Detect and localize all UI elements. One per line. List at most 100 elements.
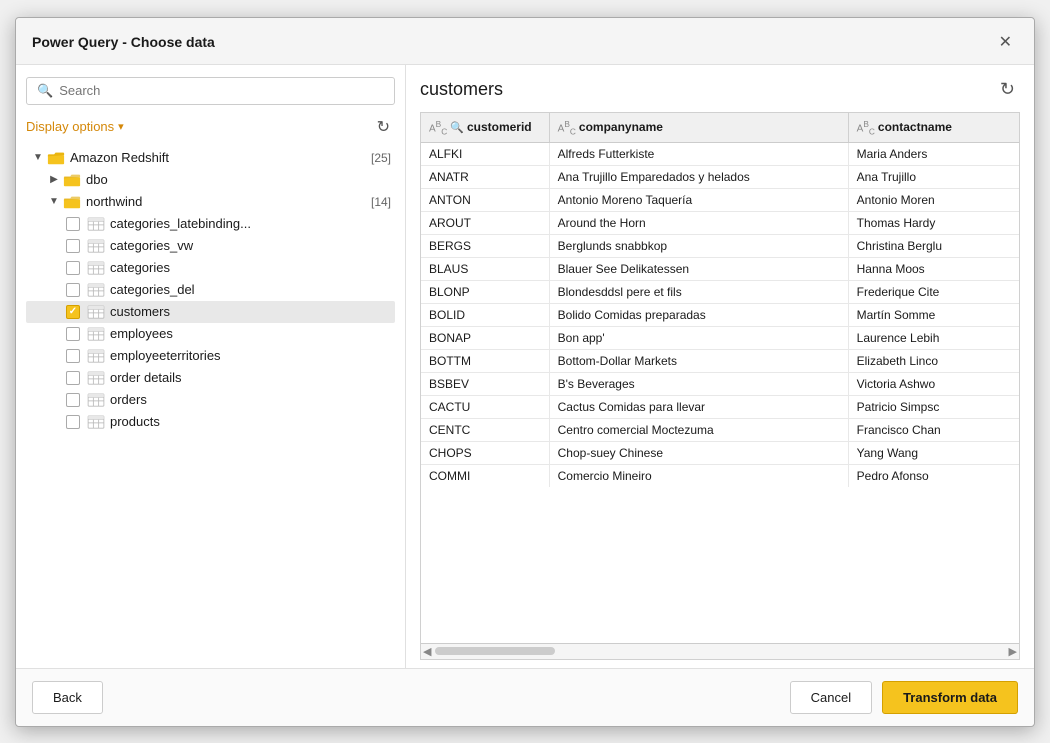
tree-item-order_details[interactable]: order details bbox=[26, 367, 395, 389]
folder-icon-northwind bbox=[62, 194, 82, 210]
table-row: ANTONAntonio Moreno TaqueríaAntonio More… bbox=[421, 188, 1019, 211]
cell-contactname: Hanna Moos bbox=[848, 257, 1019, 280]
dbo-label: dbo bbox=[86, 172, 391, 187]
table-icon bbox=[86, 348, 106, 364]
left-panel: 🔍 Display options ▾ ↻ ▼ bbox=[16, 65, 406, 668]
search-input[interactable] bbox=[59, 83, 384, 98]
tree-item-products[interactable]: products bbox=[26, 411, 395, 433]
folder-icon-dbo bbox=[62, 172, 82, 188]
tree-item-categories[interactable]: categories bbox=[26, 257, 395, 279]
cell-customerid: BLAUS bbox=[421, 257, 549, 280]
close-button[interactable]: ✕ bbox=[993, 30, 1018, 54]
footer-right: Cancel Transform data bbox=[790, 681, 1018, 714]
search-icon: 🔍 bbox=[37, 83, 53, 99]
checkbox-order_details[interactable] bbox=[66, 371, 80, 385]
cell-customerid: BLONP bbox=[421, 280, 549, 303]
tree-item-dbo[interactable]: ▶ dbo bbox=[26, 169, 395, 191]
cell-companyname: Cactus Comidas para llevar bbox=[549, 395, 848, 418]
tree-item-orders[interactable]: orders bbox=[26, 389, 395, 411]
left-arrow-scroll[interactable]: ◀ bbox=[423, 645, 431, 658]
cell-contactname: Pedro Afonso bbox=[848, 464, 1019, 487]
checkbox-categories_latebinding...[interactable] bbox=[66, 217, 80, 231]
cell-companyname: Centro comercial Moctezuma bbox=[549, 418, 848, 441]
horizontal-scrollbar-thumb[interactable] bbox=[435, 647, 555, 655]
col-type-companyname: ABC companyname bbox=[558, 119, 663, 136]
cell-companyname: Bolido Comidas preparadas bbox=[549, 303, 848, 326]
cell-contactname: Christina Berglu bbox=[848, 234, 1019, 257]
table-row: AROUTAround the HornThomas Hardy bbox=[421, 211, 1019, 234]
table-icon bbox=[86, 260, 106, 276]
cell-companyname: Blauer See Delikatessen bbox=[549, 257, 848, 280]
table-icon bbox=[86, 304, 106, 320]
tree-container[interactable]: ▼ Amazon Redshift [25] ▶ bbox=[26, 147, 395, 660]
table-row: CACTUCactus Comidas para llevarPatricio … bbox=[421, 395, 1019, 418]
cell-customerid: ANTON bbox=[421, 188, 549, 211]
checkbox-employeeterritories[interactable] bbox=[66, 349, 80, 363]
cell-contactname: Ana Trujillo bbox=[848, 165, 1019, 188]
cell-companyname: Bottom-Dollar Markets bbox=[549, 349, 848, 372]
tree-item-categories_latebinding...[interactable]: categories_latebinding... bbox=[26, 213, 395, 235]
table-header: ABC 🔍 customerid ABC companyname bbox=[421, 113, 1019, 143]
cell-customerid: BOTTM bbox=[421, 349, 549, 372]
table-row: BLONPBlondesddsl pere et filsFrederique … bbox=[421, 280, 1019, 303]
table-row: BONAPBon app'Laurence Lebih bbox=[421, 326, 1019, 349]
tree-item-categories_del[interactable]: categories_del bbox=[26, 279, 395, 301]
tree-label: order details bbox=[110, 370, 391, 385]
table-row: CHOPSChop-suey ChineseYang Wang bbox=[421, 441, 1019, 464]
northwind-children: categories_latebinding... categories_vw … bbox=[26, 213, 395, 433]
checkbox-products[interactable] bbox=[66, 415, 80, 429]
table-row: COMMIComercio MineiroPedro Afonso bbox=[421, 464, 1019, 487]
col-type-contactname: ABC contactname bbox=[857, 119, 952, 136]
checkbox-categories_del[interactable] bbox=[66, 283, 80, 297]
tree-item-northwind[interactable]: ▼ northwind [14] bbox=[26, 191, 395, 213]
cell-customerid: BERGS bbox=[421, 234, 549, 257]
display-options-label: Display options bbox=[26, 119, 114, 134]
col-type-icon-customerid: ABC bbox=[429, 119, 447, 136]
footer: Back Cancel Transform data bbox=[16, 668, 1034, 726]
table-row: ALFKIAlfreds FutterkisteMaria Anders bbox=[421, 142, 1019, 165]
table-row: BLAUSBlauer See DelikatessenHanna Moos bbox=[421, 257, 1019, 280]
table-icon bbox=[86, 216, 106, 232]
cell-contactname: Thomas Hardy bbox=[848, 211, 1019, 234]
table-refresh-button[interactable]: ↻ bbox=[995, 77, 1020, 102]
table-row: BSBEVB's BeveragesVictoria Ashwo bbox=[421, 372, 1019, 395]
tree-label: categories_vw bbox=[110, 238, 391, 253]
expand-arrow-northwind: ▼ bbox=[46, 196, 62, 207]
cancel-button[interactable]: Cancel bbox=[790, 681, 872, 714]
tree-label: products bbox=[110, 414, 391, 429]
cell-customerid: CENTC bbox=[421, 418, 549, 441]
cell-companyname: Alfreds Futterkiste bbox=[549, 142, 848, 165]
checkbox-customers[interactable] bbox=[66, 305, 80, 319]
expand-arrow-dbo: ▶ bbox=[46, 174, 62, 185]
back-button[interactable]: Back bbox=[32, 681, 103, 714]
cell-companyname: Chop-suey Chinese bbox=[549, 441, 848, 464]
tree-item-employees[interactable]: employees bbox=[26, 323, 395, 345]
table-icon bbox=[86, 326, 106, 342]
cell-customerid: BOLID bbox=[421, 303, 549, 326]
cell-companyname: Ana Trujillo Emparedados y helados bbox=[549, 165, 848, 188]
tree-item-amazon-redshift[interactable]: ▼ Amazon Redshift [25] bbox=[26, 147, 395, 169]
col-type-icon-contactname: ABC bbox=[857, 119, 875, 136]
display-options-button[interactable]: Display options ▾ bbox=[26, 119, 124, 134]
col-type-icon-companyname: ABC bbox=[558, 119, 576, 136]
cell-customerid: BONAP bbox=[421, 326, 549, 349]
header-row: ABC 🔍 customerid ABC companyname bbox=[421, 113, 1019, 143]
folder-icon-amazon bbox=[46, 150, 66, 166]
right-arrow-scroll[interactable]: ▶ bbox=[1009, 645, 1017, 658]
table-row: ANATRAna Trujillo Emparedados y heladosA… bbox=[421, 165, 1019, 188]
tree-item-employeeterritories[interactable]: employeeterritories bbox=[26, 345, 395, 367]
table-icon bbox=[86, 282, 106, 298]
tree-item-customers[interactable]: customers bbox=[26, 301, 395, 323]
checkbox-employees[interactable] bbox=[66, 327, 80, 341]
checkbox-categories_vw[interactable] bbox=[66, 239, 80, 253]
table-scroll-area[interactable]: ABC 🔍 customerid ABC companyname bbox=[421, 113, 1019, 643]
cell-contactname: Francisco Chan bbox=[848, 418, 1019, 441]
transform-data-button[interactable]: Transform data bbox=[882, 681, 1018, 714]
tree-item-categories_vw[interactable]: categories_vw bbox=[26, 235, 395, 257]
checkbox-orders[interactable] bbox=[66, 393, 80, 407]
refresh-button[interactable]: ↻ bbox=[372, 115, 395, 139]
checkbox-categories[interactable] bbox=[66, 261, 80, 275]
tree-label: employeeterritories bbox=[110, 348, 391, 363]
data-table: ABC 🔍 customerid ABC companyname bbox=[421, 113, 1019, 487]
col-header-companyname: ABC companyname bbox=[549, 113, 848, 143]
